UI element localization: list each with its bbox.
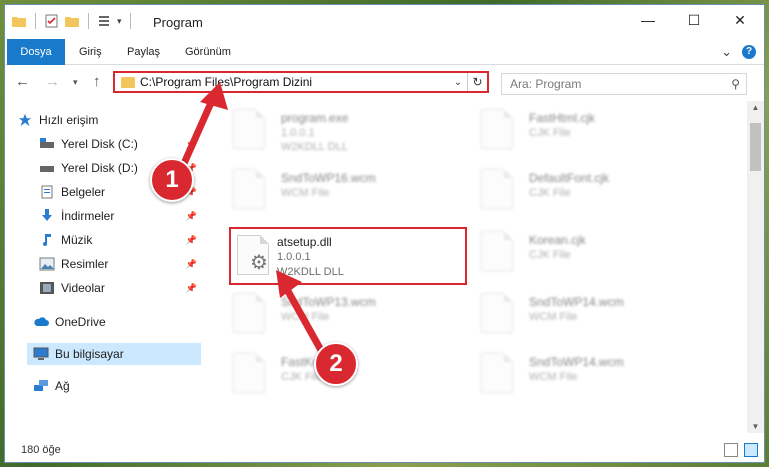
arrow-1-head: [200, 82, 228, 110]
annotation-arrows: [178, 82, 326, 354]
callout-badge-1: 1: [150, 158, 194, 202]
callout-badge-2: 2: [314, 342, 358, 386]
arrow-1-shaft: [178, 94, 218, 170]
arrow-2-shaft: [280, 282, 326, 354]
